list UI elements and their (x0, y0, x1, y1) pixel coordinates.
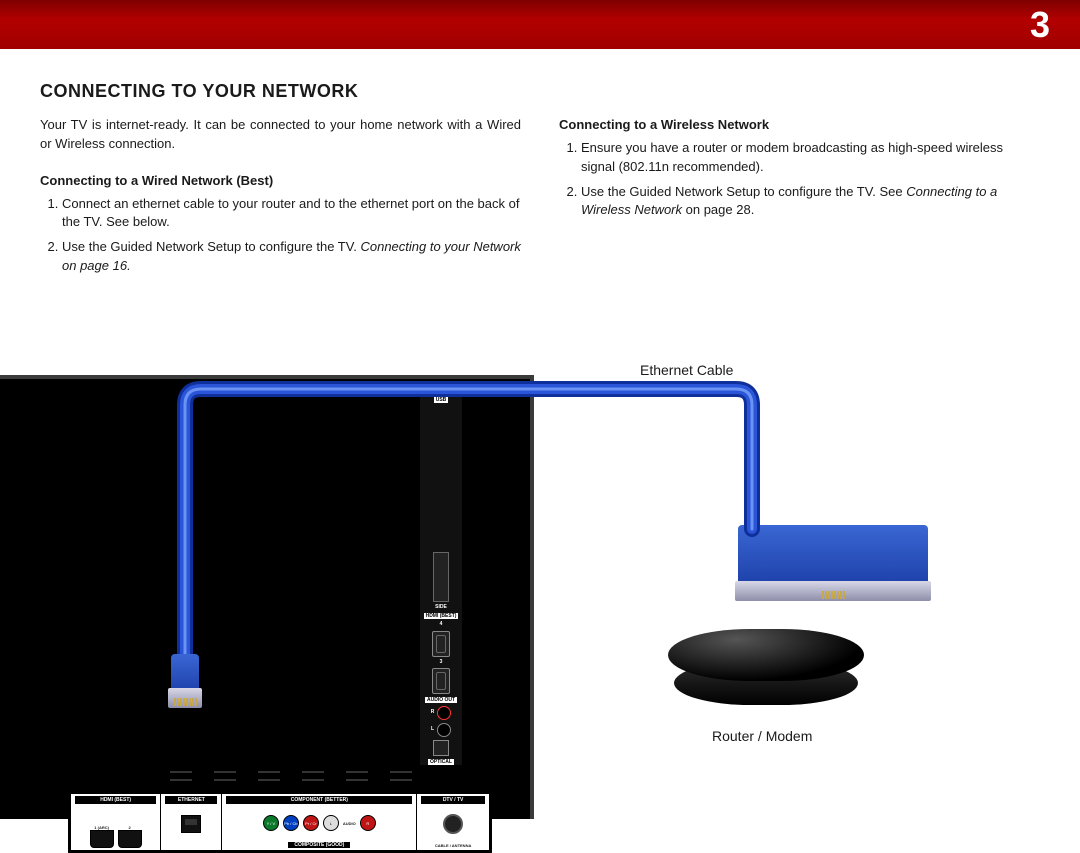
hdmi3-label: 3 (440, 660, 443, 666)
hdmi4-label: 4 (440, 622, 443, 628)
component-audio-l-jack: L (323, 815, 339, 831)
component-pr-jack: Pr / Cr (303, 815, 319, 831)
bp-cable-label: CABLE / ANTENNA (435, 843, 472, 848)
router-modem-label: Router / Modem (712, 728, 812, 744)
bp-dtv-title: DTV / TV (421, 796, 485, 804)
hdmi-1-arc-port (90, 830, 114, 848)
wireless-steps: Ensure you have a router or modem broadc… (559, 139, 1040, 220)
component-y-jack: Y / V (263, 815, 279, 831)
wired-heading: Connecting to a Wired Network (Best) (40, 172, 521, 191)
audio-out-label: AUDIO OUT (425, 697, 457, 703)
hdmi-2-port (118, 830, 142, 848)
ethernet-cable-label: Ethernet Cable (640, 362, 733, 378)
wireless-step-1: Ensure you have a router or modem broadc… (581, 139, 1040, 177)
wireless-step-2b: on page 28. (682, 202, 754, 217)
bp-hdmi-title: HDMI (BEST) (75, 796, 156, 804)
header-bar: 3 (0, 0, 1080, 49)
audio-out-r-jack (437, 706, 451, 720)
hdmi-3-port (432, 668, 450, 694)
optical-port (433, 740, 449, 756)
vent-slots (170, 771, 412, 781)
optical-label: OPTICAL (428, 759, 454, 765)
section-title: CONNECTING TO YOUR NETWORK (40, 81, 1040, 102)
audio-out-l-jack (437, 723, 451, 737)
hdmi-best-side-label: HDMI (BEST) (424, 613, 459, 619)
wired-step-2: Use the Guided Network Setup to configur… (62, 238, 521, 276)
router-modem-illustration (668, 629, 864, 705)
hdmi-4-port (432, 631, 450, 657)
intro-text: Your TV is internet-ready. It can be con… (40, 116, 521, 154)
wireless-step-2: Use the Guided Network Setup to configur… (581, 183, 1040, 221)
side-port (433, 552, 449, 602)
bp-audio-label: AUDIO (343, 821, 356, 826)
bp-eth-title: ETHERNET (165, 796, 217, 804)
right-column: Connecting to a Wireless Network Ensure … (559, 116, 1040, 290)
tv-bottom-port-strip: HDMI (BEST) 1 (ARC) 2 ETHERNET COMPONENT… (68, 791, 492, 853)
diagram: Ethernet Cable USB SIDE HDMI (BEST) 4 3 … (0, 359, 1080, 834)
component-pb-jack: Pb / Cb (283, 815, 299, 831)
wireless-heading: Connecting to a Wireless Network (559, 116, 1040, 135)
audio-r-label: R (431, 710, 435, 716)
wired-steps: Connect an ethernet cable to your router… (40, 195, 521, 276)
tv-back-panel: USB SIDE HDMI (BEST) 4 3 AUDIO OUT R L O… (0, 375, 534, 819)
wired-step-1: Connect an ethernet cable to your router… (62, 195, 521, 233)
usb-label: USB (434, 397, 449, 403)
component-audio-r-jack: R (360, 815, 376, 831)
wired-step-2-text: Use the Guided Network Setup to configur… (62, 239, 357, 254)
tv-side-port-strip: USB SIDE HDMI (BEST) 4 3 AUDIO OUT R L O… (420, 395, 462, 765)
audio-l-label: L (431, 727, 434, 733)
bp-component-title: COMPONENT (BETTER) (226, 796, 412, 804)
side-label: SIDE (435, 605, 447, 611)
ethernet-port (181, 815, 201, 833)
page-number: 3 (1030, 4, 1050, 46)
rj45-plug-router-side (735, 525, 931, 601)
left-column: Your TV is internet-ready. It can be con… (40, 116, 521, 290)
bp-composite-title: COMPOSITE (GOOD) (288, 842, 350, 848)
content-area: CONNECTING TO YOUR NETWORK Your TV is in… (0, 49, 1080, 290)
wireless-step-2a: Use the Guided Network Setup to configur… (581, 184, 906, 199)
coax-port (443, 814, 463, 834)
rj45-plug-tv-side (168, 654, 202, 708)
